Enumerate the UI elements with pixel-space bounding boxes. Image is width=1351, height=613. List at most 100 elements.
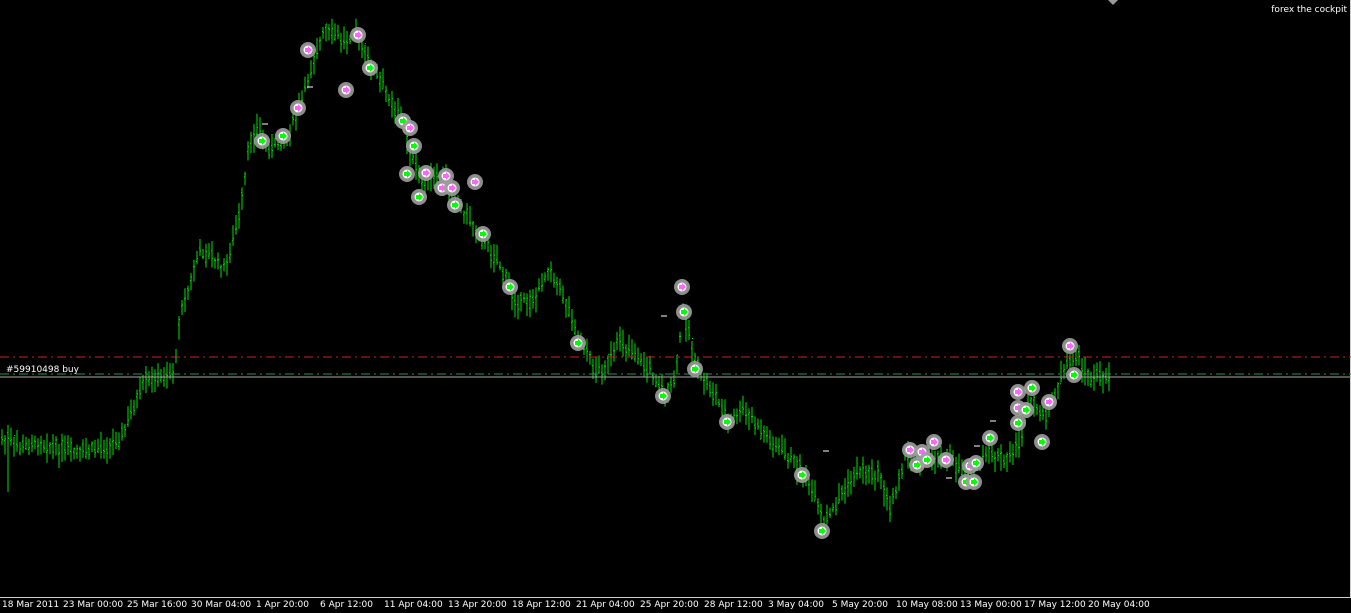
buy-order-marker[interactable] xyxy=(968,455,984,471)
ohlc-bar xyxy=(220,264,222,278)
ohlc-bar xyxy=(16,430,18,452)
ohlc-bar xyxy=(112,428,114,455)
ohlc-bar xyxy=(529,289,531,318)
buy-order-marker[interactable] xyxy=(919,452,935,468)
x-tick-label: 10 May 08:00 xyxy=(896,600,958,610)
ohlc-bar xyxy=(145,366,147,393)
ohlc-bar xyxy=(991,444,993,463)
buy-order-marker[interactable] xyxy=(570,335,586,351)
x-tick-label: 3 May 04:00 xyxy=(768,600,824,610)
buy-order-marker[interactable] xyxy=(1024,380,1040,396)
sell-order-marker[interactable] xyxy=(1041,394,1057,410)
ohlc-bar xyxy=(739,400,741,423)
ohlc-bar xyxy=(346,31,348,55)
sell-order-marker[interactable] xyxy=(418,165,434,181)
ohlc-bar xyxy=(208,243,210,260)
ohlc-bar xyxy=(757,418,759,430)
price-chart[interactable]: forex the cockpit #59910498 buy 18 Mar 2… xyxy=(0,0,1351,613)
ohlc-bar xyxy=(814,480,816,502)
ohlc-bar xyxy=(568,296,570,317)
ohlc-bar xyxy=(760,419,762,440)
buy-order-marker[interactable] xyxy=(254,133,270,149)
ohlc-bar xyxy=(109,438,111,459)
sell-order-marker[interactable] xyxy=(300,42,316,58)
sell-order-marker[interactable] xyxy=(350,27,366,43)
ohlc-bar xyxy=(817,498,819,515)
buy-order-marker[interactable] xyxy=(1066,367,1082,383)
chart-shift-marker[interactable] xyxy=(1108,0,1118,5)
buy-order-marker[interactable] xyxy=(1018,402,1034,418)
ohlc-bar xyxy=(22,434,24,453)
ohlc-bar xyxy=(28,438,30,456)
ohlc-bar xyxy=(1105,367,1107,384)
sell-order-marker[interactable] xyxy=(402,120,418,136)
ohlc-bar xyxy=(541,273,543,292)
ohlc-bar xyxy=(859,466,861,479)
ohlc-bar xyxy=(997,448,999,462)
ohlc-bar xyxy=(4,435,6,455)
buy-order-marker[interactable] xyxy=(794,467,810,483)
sell-order-marker[interactable] xyxy=(938,452,954,468)
ohlc-bar xyxy=(325,23,327,42)
ohlc-bar xyxy=(1075,350,1077,366)
ohlc-bar xyxy=(391,90,393,118)
buy-order-marker[interactable] xyxy=(719,414,735,430)
ohlc-bar xyxy=(382,68,384,90)
ohlc-bar xyxy=(856,456,858,480)
ohlc-bar xyxy=(598,355,600,374)
buy-order-marker[interactable] xyxy=(447,197,463,213)
buy-order-marker[interactable] xyxy=(406,138,422,154)
sell-order-marker[interactable] xyxy=(674,279,690,295)
ohlc-bar xyxy=(64,435,66,461)
ohlc-bar xyxy=(250,131,252,154)
sell-order-marker[interactable] xyxy=(1062,338,1078,354)
sell-order-marker[interactable] xyxy=(926,434,942,450)
ohlc-bar xyxy=(1084,356,1086,386)
ohlc-bar xyxy=(838,483,840,504)
ohlc-bar xyxy=(127,406,129,427)
ohlc-bar xyxy=(175,349,177,364)
sell-order-marker[interactable] xyxy=(1010,384,1026,400)
ohlc-bar xyxy=(895,486,897,500)
ohlc-bar xyxy=(574,319,576,335)
buy-order-marker[interactable] xyxy=(687,361,703,377)
buy-order-marker[interactable] xyxy=(814,523,830,539)
buy-order-marker[interactable] xyxy=(275,128,291,144)
ohlc-bar xyxy=(736,408,738,425)
ohlc-bar xyxy=(778,437,780,456)
buy-order-marker[interactable] xyxy=(475,226,491,242)
buy-order-marker[interactable] xyxy=(502,279,518,295)
ohlc-bar xyxy=(343,26,345,50)
ohlc-bar xyxy=(679,331,681,343)
ohlc-bar xyxy=(832,503,834,513)
ohlc-bar xyxy=(1012,444,1014,465)
ohlc-bar xyxy=(130,399,132,420)
ohlc-bar xyxy=(463,210,465,224)
trade-label[interactable]: #59910498 buy xyxy=(6,365,79,375)
x-tick-label: 13 Apr 20:00 xyxy=(448,600,507,610)
ohlc-bar xyxy=(133,399,135,416)
ohlc-bar xyxy=(379,71,381,93)
sell-order-marker[interactable] xyxy=(338,82,354,98)
plot-area[interactable]: forex the cockpit #59910498 buy xyxy=(0,0,1351,597)
ohlc-bar xyxy=(388,94,390,107)
sell-order-marker[interactable] xyxy=(290,100,306,116)
ohlc-bar xyxy=(136,389,138,409)
buy-order-marker[interactable] xyxy=(966,474,982,490)
ohlc-bar xyxy=(328,24,330,41)
x-tick-label: 18 Mar 2011 xyxy=(2,600,60,610)
buy-order-marker[interactable] xyxy=(399,166,415,182)
buy-order-marker[interactable] xyxy=(362,60,378,76)
ohlc-bar xyxy=(46,433,48,463)
buy-order-marker[interactable] xyxy=(411,189,427,205)
buy-order-marker[interactable] xyxy=(982,430,998,446)
ohlc-bar xyxy=(718,398,720,408)
ohlc-bar xyxy=(181,300,183,316)
sell-order-marker[interactable] xyxy=(444,180,460,196)
ohlc-bar xyxy=(1069,354,1071,369)
buy-order-marker[interactable] xyxy=(1034,434,1050,450)
sell-order-marker[interactable] xyxy=(467,174,483,190)
ohlc-bar xyxy=(82,439,84,458)
buy-order-marker[interactable] xyxy=(676,304,692,320)
buy-order-marker[interactable] xyxy=(655,388,671,404)
